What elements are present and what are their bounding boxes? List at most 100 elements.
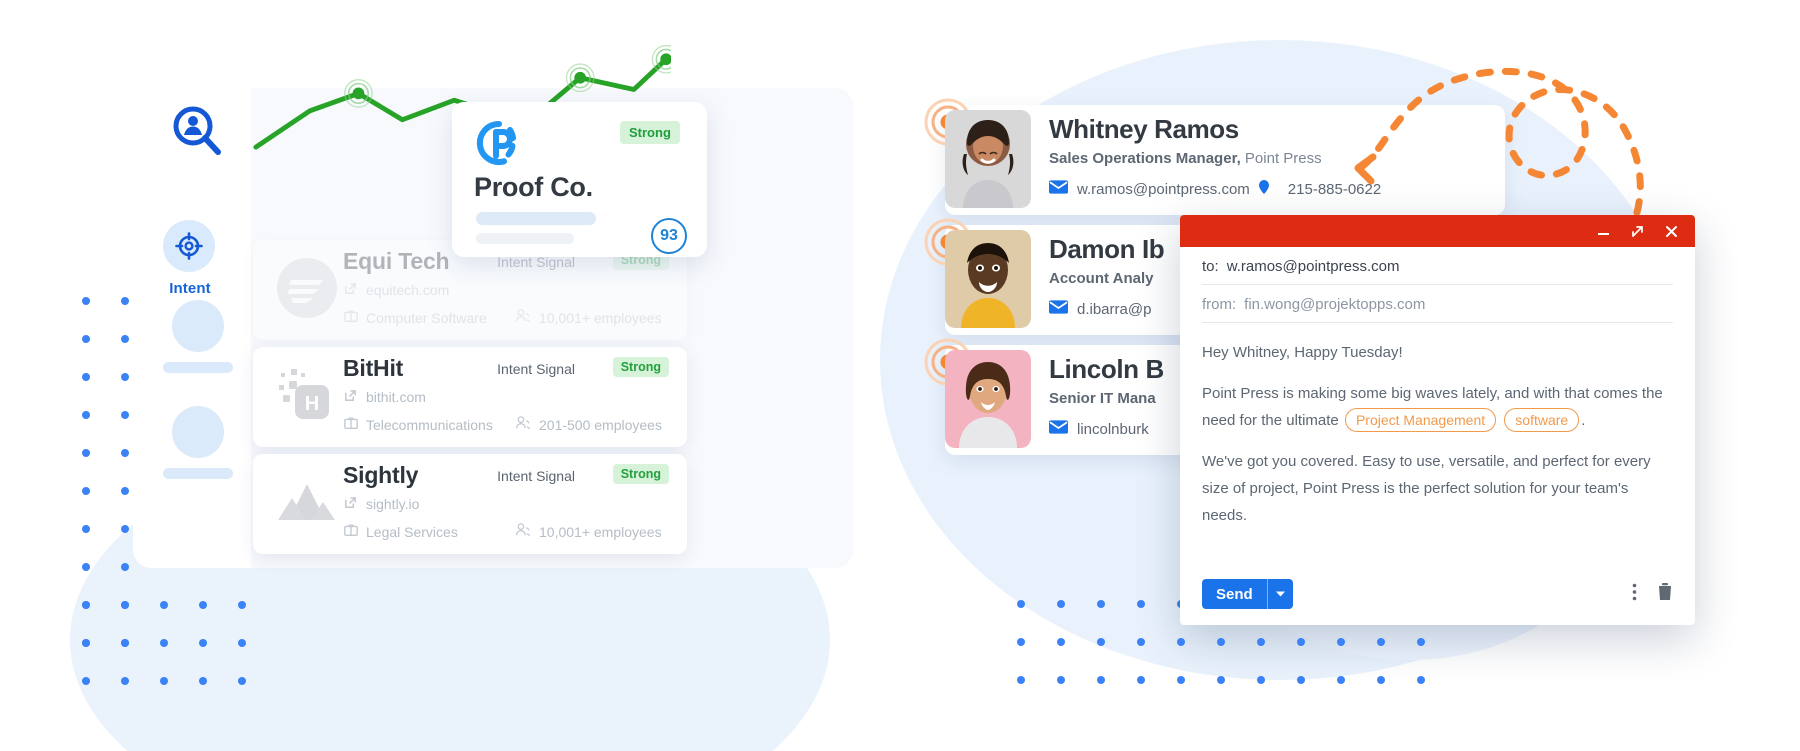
contact-role-text: Account Analy bbox=[1049, 270, 1154, 287]
person-search-icon[interactable] bbox=[172, 105, 224, 157]
decorative-dot bbox=[82, 335, 90, 343]
table-row[interactable]: Sightly sightly.io Legal Services 10,001… bbox=[253, 454, 687, 554]
decorative-dot bbox=[1017, 638, 1025, 646]
decorative-dot bbox=[1097, 676, 1105, 684]
sidebar-item-intent[interactable]: Intent bbox=[163, 220, 225, 297]
company-name: Equi Tech bbox=[343, 248, 450, 274]
send-options-caret-icon[interactable] bbox=[1266, 579, 1293, 609]
contact-email[interactable]: lincolnburk bbox=[1077, 421, 1149, 438]
envelope-icon bbox=[1049, 420, 1068, 438]
contact-title: Senior IT Mana bbox=[1049, 390, 1156, 407]
minimize-icon[interactable] bbox=[1595, 223, 1611, 239]
company-industry-text: Computer Software bbox=[366, 309, 487, 326]
contact-phone[interactable]: 215-885-0622 bbox=[1288, 181, 1381, 198]
chip-project-management[interactable]: Project Management bbox=[1344, 408, 1497, 432]
status-badge: Strong bbox=[612, 464, 669, 484]
contact-company-text: Point Press bbox=[1244, 150, 1322, 167]
decorative-dot bbox=[1217, 638, 1225, 646]
target-icon bbox=[163, 220, 215, 272]
company-website[interactable]: sightly.io bbox=[343, 495, 419, 513]
company-employees: 10,001+ employees bbox=[515, 308, 662, 327]
company-industry: Legal Services bbox=[343, 522, 458, 541]
company-website[interactable]: equitech.com bbox=[343, 281, 449, 299]
briefcase-icon bbox=[343, 522, 359, 541]
decorative-dot bbox=[82, 449, 90, 457]
email-compose-window[interactable]: to: w.ramos@pointpress.com from: fin.won… bbox=[1180, 215, 1695, 625]
contact-email[interactable]: d.ibarra@p bbox=[1077, 301, 1151, 318]
company-website[interactable]: bithit.com bbox=[343, 388, 426, 406]
decorative-dot bbox=[82, 601, 90, 609]
featured-company-name: Proof Co. bbox=[474, 172, 593, 202]
proof-co-logo bbox=[476, 120, 522, 166]
company-industry-text: Legal Services bbox=[366, 523, 458, 540]
compose-body[interactable]: Hey Whitney, Happy Tuesday! Point Press … bbox=[1180, 323, 1695, 529]
decorative-dot bbox=[121, 525, 129, 533]
decorative-dot bbox=[121, 563, 129, 571]
expand-icon[interactable] bbox=[1629, 223, 1645, 239]
decorative-dot bbox=[82, 411, 90, 419]
decorative-dot bbox=[238, 639, 246, 647]
sidebar-item-intent-label: Intent bbox=[169, 280, 211, 297]
sidebar-placeholder-bar-1 bbox=[163, 362, 233, 373]
contact-role-text: Senior IT Mana bbox=[1049, 390, 1156, 407]
decorative-dot bbox=[1097, 638, 1105, 646]
company-name: Sightly bbox=[343, 462, 419, 488]
company-industry-text: Telecommunications bbox=[366, 416, 493, 433]
contact-title: Sales Operations Manager, Point Press bbox=[1049, 150, 1322, 167]
decorative-dot bbox=[160, 677, 168, 685]
decorative-dot bbox=[1057, 676, 1065, 684]
chip-software[interactable]: software bbox=[1504, 408, 1580, 432]
decorative-dot bbox=[1057, 600, 1065, 608]
equitech-logo bbox=[275, 256, 339, 320]
company-name: BitHit bbox=[343, 355, 404, 381]
decorative-dot bbox=[121, 677, 129, 685]
company-website-text: sightly.io bbox=[366, 496, 420, 512]
sidebar-placeholder-circle-2 bbox=[172, 406, 224, 458]
decorative-dot bbox=[1017, 600, 1025, 608]
company-industry: Computer Software bbox=[343, 308, 487, 327]
decorative-dot bbox=[238, 677, 246, 685]
avatar bbox=[945, 230, 1031, 328]
location-pin-icon bbox=[1258, 180, 1269, 198]
list-item[interactable]: Whitney Ramos Sales Operations Manager, … bbox=[924, 98, 1505, 215]
table-row[interactable]: H BitHit bithit.com Telecommunications 2… bbox=[253, 347, 687, 447]
contact-name: Damon Ib bbox=[1049, 234, 1165, 264]
people-icon bbox=[515, 522, 532, 541]
trash-icon[interactable] bbox=[1657, 582, 1673, 606]
sidebar-placeholder-bar-2 bbox=[163, 468, 233, 479]
contact-email[interactable]: w.ramos@pointpress.com bbox=[1077, 181, 1250, 198]
company-industry: Telecommunications bbox=[343, 415, 493, 434]
send-button[interactable]: Send bbox=[1202, 579, 1293, 609]
decorative-dot bbox=[1337, 638, 1345, 646]
intent-signal-label: Intent Signal bbox=[497, 361, 575, 377]
contact-title: Account Analy bbox=[1049, 270, 1153, 287]
avatar bbox=[945, 350, 1031, 448]
decorative-dot bbox=[1177, 638, 1185, 646]
compose-paragraph-1-period: . bbox=[1581, 412, 1586, 429]
sightly-logo bbox=[275, 470, 339, 534]
contact-details: d.ibarra@p bbox=[1049, 300, 1151, 318]
contact-name: Whitney Ramos bbox=[1049, 114, 1239, 144]
decorative-dot bbox=[199, 677, 207, 685]
kebab-menu-icon[interactable] bbox=[1632, 583, 1637, 606]
decorative-dot bbox=[160, 639, 168, 647]
contact-role-text: Sales Operations Manager, bbox=[1049, 150, 1241, 167]
decorative-dot bbox=[1017, 676, 1025, 684]
decorative-dot bbox=[82, 639, 90, 647]
decorative-dot bbox=[1057, 638, 1065, 646]
decorative-dot bbox=[1297, 638, 1305, 646]
close-icon[interactable] bbox=[1663, 223, 1679, 239]
decorative-dot bbox=[121, 373, 129, 381]
compose-from-field[interactable]: from: fin.wong@projektopps.com bbox=[1202, 285, 1673, 323]
compose-paragraph-2: We've got you covered. Easy to use, vers… bbox=[1202, 453, 1651, 524]
compose-to-field[interactable]: to: w.ramos@pointpress.com bbox=[1202, 247, 1673, 285]
external-link-icon bbox=[343, 281, 358, 299]
briefcase-icon bbox=[343, 415, 359, 434]
decorative-dot bbox=[1377, 638, 1385, 646]
decorative-dot bbox=[1097, 600, 1105, 608]
company-website-text: bithit.com bbox=[366, 389, 426, 405]
decorative-dot bbox=[1257, 638, 1265, 646]
featured-company-card[interactable]: Proof Co. Strong 93 bbox=[452, 102, 707, 257]
compose-from-label: from: bbox=[1202, 296, 1237, 313]
company-employees-text: 10,001+ employees bbox=[539, 523, 662, 540]
